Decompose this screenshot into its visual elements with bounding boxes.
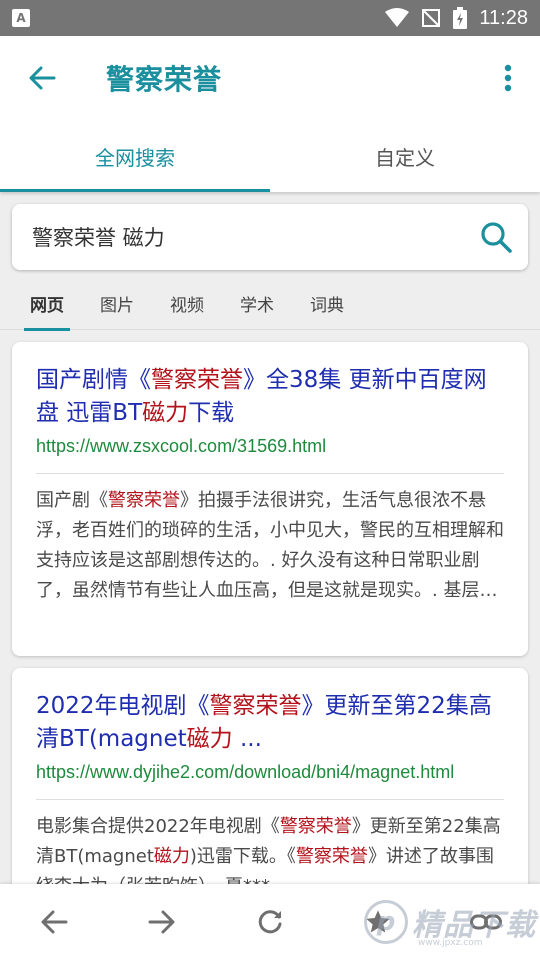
divider <box>36 473 504 474</box>
status-time: 11:28 <box>479 6 528 29</box>
page-title: 警察荣誉 <box>106 63 223 96</box>
refresh-button[interactable] <box>240 892 300 952</box>
nav-forward-icon <box>148 910 175 934</box>
snippet-text: 电影集合提供2022年电视剧《 <box>36 816 280 837</box>
result-title-link[interactable]: 2022年电视剧《警察荣誉》更新至第22集高清BT(magnet磁力 ... <box>36 690 504 756</box>
nav-back-icon <box>41 910 68 934</box>
search-result-card[interactable]: 国产剧情《警察荣誉》全38集 更新中百度网盘 迅雷BT磁力下载 https://… <box>12 342 528 656</box>
result-title-highlight: 警察荣誉 <box>151 367 243 393</box>
result-snippet: 国产剧《警察荣誉》拍摄手法很讲究，生活气息很浓不悬浮，老百姓们的琐碎的生活，小中… <box>36 486 504 606</box>
share-link-button[interactable] <box>456 892 516 952</box>
result-title-highlight: 磁力 <box>186 726 233 752</box>
result-title-text: 2022年电视剧《 <box>36 693 210 719</box>
result-title-highlight: 警察荣誉 <box>209 693 302 719</box>
snippet-highlight: 警察荣誉 <box>295 846 368 867</box>
snippet-highlight: 磁力 <box>153 846 190 867</box>
nav-back-button[interactable] <box>24 892 84 952</box>
tab-dictionary[interactable]: 词典 <box>294 276 360 330</box>
search-button[interactable] <box>464 204 528 270</box>
bookmark-button[interactable] <box>348 892 408 952</box>
tab-images[interactable]: 图片 <box>84 276 150 330</box>
result-title-text: ... <box>232 726 262 752</box>
tab-videos[interactable]: 视频 <box>154 276 220 330</box>
refresh-icon <box>258 910 282 934</box>
bottom-navigation <box>0 884 540 960</box>
app-bar: 警察荣誉 <box>0 36 540 120</box>
more-vert-icon <box>504 64 512 92</box>
top-tabs: 全网搜索 自定义 <box>0 120 540 192</box>
snippet-text: )迅雷下载。《 <box>189 846 296 867</box>
divider <box>36 799 504 800</box>
tab-custom[interactable]: 自定义 <box>270 120 540 192</box>
tab-academic[interactable]: 学术 <box>224 276 290 330</box>
result-title-text: 国产剧情《 <box>36 367 151 393</box>
nav-forward-button[interactable] <box>132 892 192 952</box>
result-title-text: 下载 <box>188 400 235 426</box>
link-icon <box>470 914 502 930</box>
signal-off-icon <box>421 8 441 28</box>
result-url[interactable]: https://www.zsxcool.com/31569.html <box>36 436 504 457</box>
result-title-highlight: 磁力 <box>142 400 189 426</box>
search-box <box>12 204 528 270</box>
category-tabs: 网页 图片 视频 学术 词典 <box>0 276 540 331</box>
status-bar: A 11:28 <box>0 0 540 36</box>
notification-icon: A <box>12 9 30 27</box>
wifi-icon <box>385 8 410 28</box>
arrow-back-icon <box>29 66 56 90</box>
result-url[interactable]: https://www.dyjihe2.com/download/bni4/ma… <box>36 762 504 783</box>
search-input[interactable] <box>32 225 464 249</box>
result-title-link[interactable]: 国产剧情《警察荣誉》全38集 更新中百度网盘 迅雷BT磁力下载 <box>36 364 504 430</box>
tab-web[interactable]: 网页 <box>14 276 80 331</box>
back-button[interactable] <box>0 36 84 120</box>
star-icon <box>366 910 390 933</box>
snippet-highlight: 警察荣誉 <box>108 490 180 511</box>
snippet-text: 国产剧《 <box>36 490 108 511</box>
snippet-highlight: 警察荣誉 <box>279 816 352 837</box>
search-icon <box>481 222 512 253</box>
more-options-button[interactable] <box>476 36 540 120</box>
battery-charging-icon <box>453 7 468 29</box>
tab-web-search[interactable]: 全网搜索 <box>0 120 270 192</box>
